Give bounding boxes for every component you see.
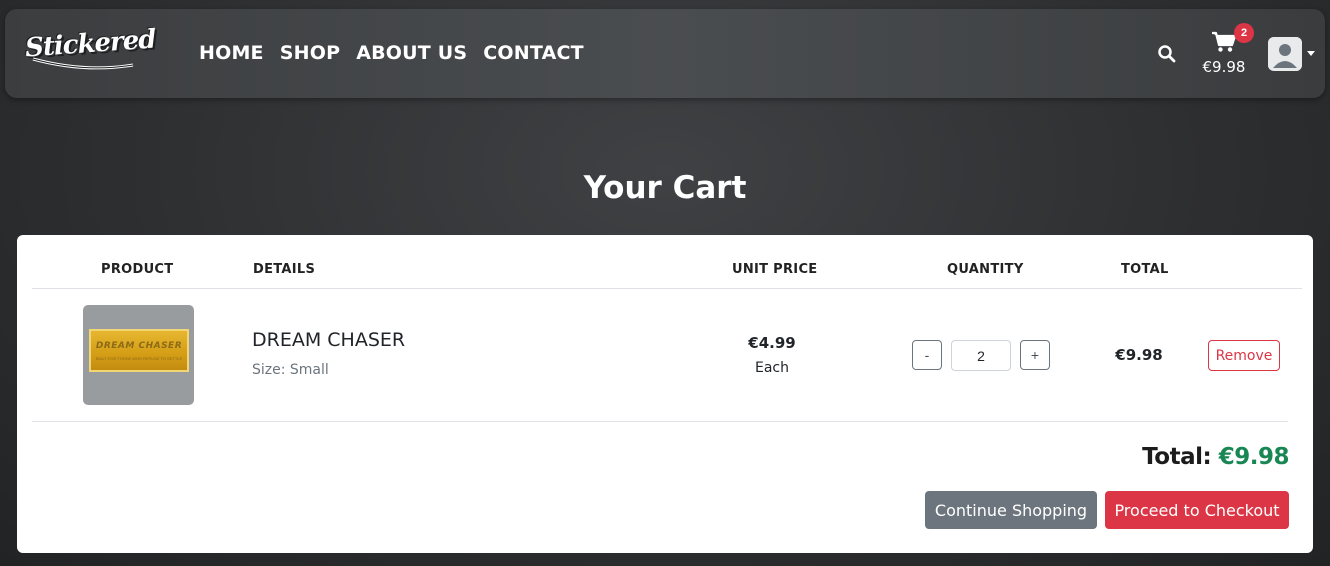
unit-price-each: Each bbox=[755, 360, 789, 376]
nav-link-contact[interactable]: CONTACT bbox=[483, 39, 584, 67]
user-icon bbox=[1268, 37, 1302, 71]
nav-link-about-us[interactable]: ABOUT US bbox=[356, 39, 467, 67]
header-quantity: QUANTITY bbox=[947, 262, 1024, 277]
cart-count-badge: 2 bbox=[1234, 23, 1254, 43]
avatar bbox=[1268, 37, 1302, 71]
remove-button[interactable]: Remove bbox=[1208, 340, 1280, 371]
nav-link-shop[interactable]: SHOP bbox=[280, 39, 340, 67]
logo-swoosh-icon bbox=[32, 57, 134, 70]
row-divider bbox=[32, 421, 1288, 422]
cart-card: PRODUCT DETAILS UNIT PRICE QUANTITY TOTA… bbox=[17, 235, 1313, 553]
product-size: Size: Small bbox=[252, 362, 329, 378]
navbar: Stickered HOME SHOP ABOUT US CONTACT 2 €… bbox=[5, 9, 1325, 98]
search-icon[interactable] bbox=[1157, 44, 1177, 64]
product-name: DREAM CHASER bbox=[252, 329, 406, 351]
header-details: DETAILS bbox=[253, 262, 316, 277]
sticker-subtitle: BUILT FOR THOSE WHO REFUSE TO SETTLE bbox=[95, 356, 183, 361]
unit-price: €4.99 bbox=[748, 334, 796, 352]
quantity-input[interactable] bbox=[951, 340, 1011, 371]
total-label: Total: bbox=[1142, 444, 1212, 470]
caret-down-icon bbox=[1307, 51, 1315, 56]
page-title: Your Cart bbox=[583, 170, 747, 206]
increase-quantity-button[interactable]: + bbox=[1020, 340, 1050, 370]
main-nav: HOME SHOP ABOUT US CONTACT bbox=[199, 39, 584, 67]
total-amount: €9.98 bbox=[1218, 444, 1290, 470]
cart-button[interactable]: 2 €9.98 bbox=[1201, 23, 1254, 83]
header-unit-price: UNIT PRICE bbox=[732, 262, 818, 277]
sticker-image: DREAM CHASER BUILT FOR THOSE WHO REFUSE … bbox=[89, 329, 189, 372]
cart-amount: €9.98 bbox=[1202, 58, 1246, 76]
proceed-to-checkout-button[interactable]: Proceed to Checkout bbox=[1105, 491, 1289, 529]
nav-link-home[interactable]: HOME bbox=[199, 39, 264, 67]
continue-shopping-button[interactable]: Continue Shopping bbox=[925, 491, 1097, 529]
product-image[interactable]: DREAM CHASER BUILT FOR THOSE WHO REFUSE … bbox=[83, 305, 194, 405]
header-divider bbox=[32, 288, 1302, 289]
header-total: TOTAL bbox=[1121, 262, 1169, 277]
header-product: PRODUCT bbox=[101, 262, 174, 277]
decrease-quantity-button[interactable]: - bbox=[912, 340, 942, 370]
grand-total: Total: €9.98 bbox=[1142, 444, 1289, 470]
user-menu-toggle[interactable] bbox=[1268, 37, 1320, 73]
sticker-title: DREAM CHASER bbox=[95, 341, 183, 351]
brand-logo[interactable]: Stickered bbox=[24, 24, 156, 73]
row-total: €9.98 bbox=[1115, 346, 1163, 364]
